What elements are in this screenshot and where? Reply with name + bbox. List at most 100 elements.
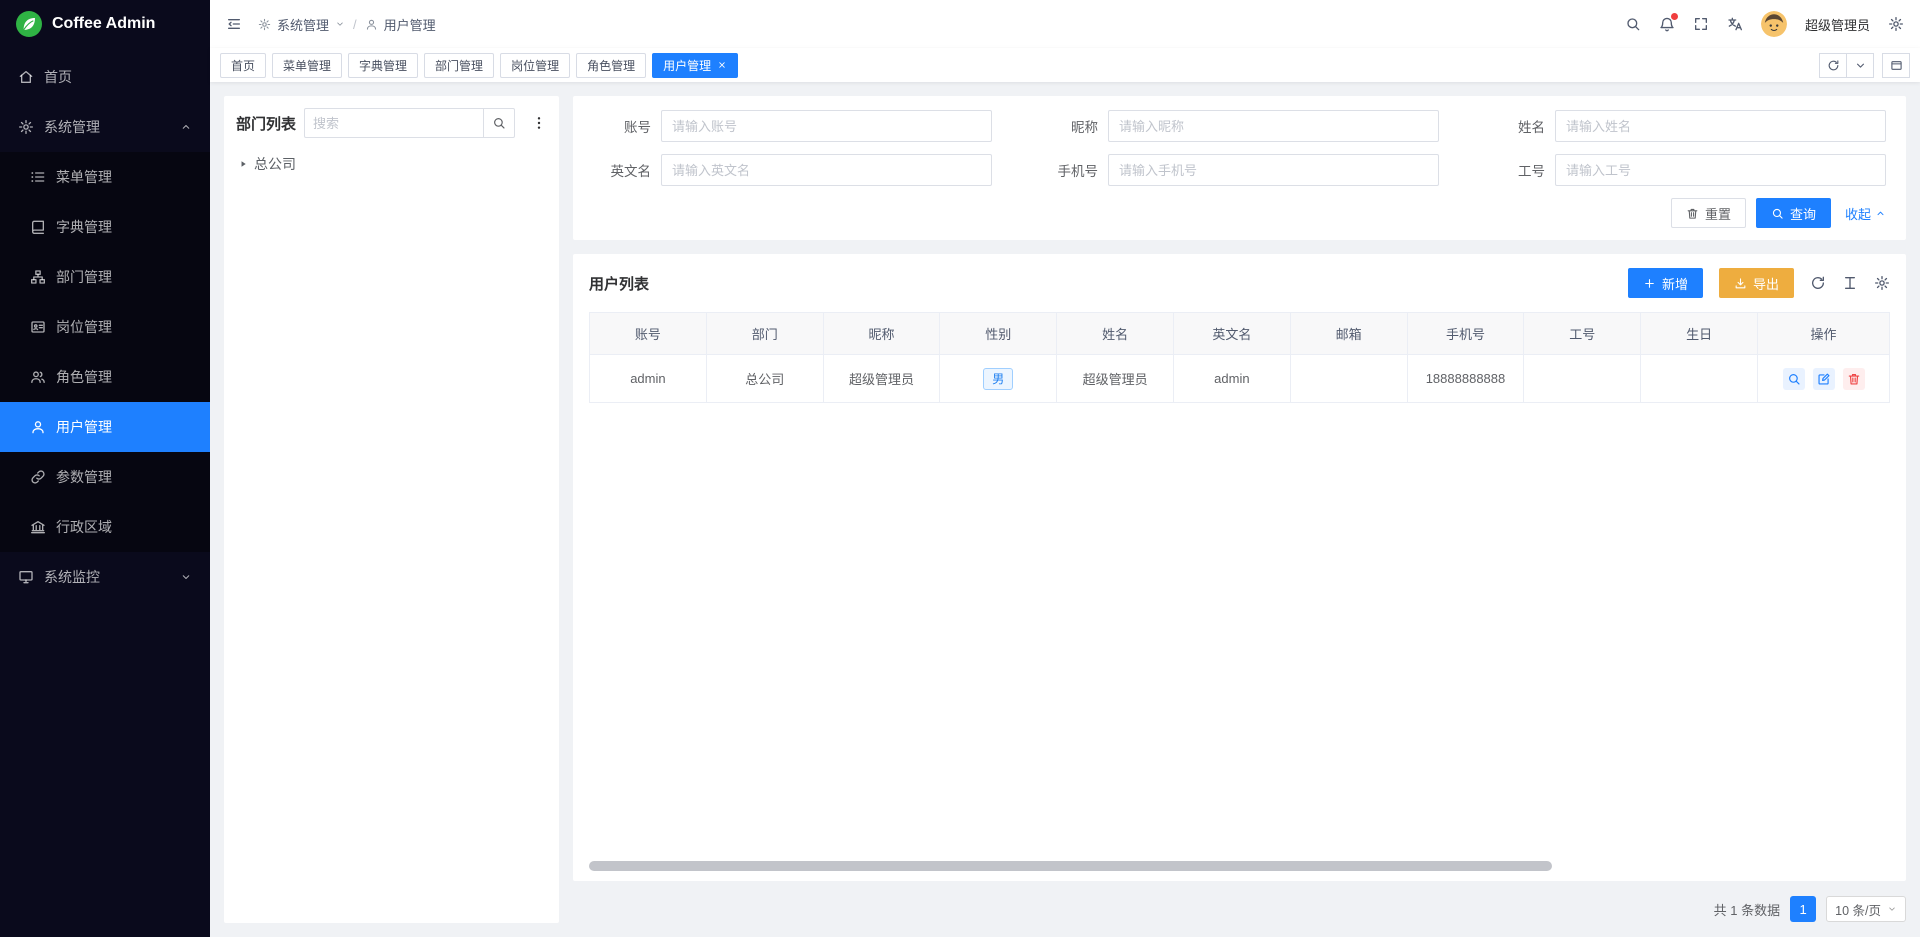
org-chart-icon (30, 269, 46, 285)
cell-name: 超级管理员 (1057, 355, 1174, 403)
phone-field-group: 手机号 (1040, 154, 1439, 186)
i-beam-icon (1842, 275, 1858, 291)
column-header-email: 邮箱 (1290, 313, 1407, 355)
edit-row-button[interactable] (1813, 368, 1835, 390)
chevron-down-icon (1854, 59, 1867, 72)
translate-icon (1727, 16, 1743, 32)
current-user-name[interactable]: 超级管理员 (1805, 15, 1870, 34)
fullscreen-button[interactable] (1693, 16, 1709, 32)
tab-home[interactable]: 首页 (220, 53, 266, 78)
export-button[interactable]: 导出 (1719, 268, 1794, 298)
query-button[interactable]: 查询 (1756, 198, 1831, 228)
cell-nickname: 超级管理员 (823, 355, 940, 403)
english-name-label: 英文名 (593, 160, 651, 180)
tab-department-management[interactable]: 部门管理 (424, 53, 494, 78)
sidebar-nav: 首页 系统管理 菜单管理 字典管理 部门管理 (0, 48, 210, 602)
phone-input[interactable] (1108, 154, 1439, 186)
column-header-phone: 手机号 (1407, 313, 1524, 355)
cell-department: 总公司 (706, 355, 823, 403)
notifications-button[interactable] (1659, 16, 1675, 32)
page-size-select[interactable]: 10 条/页 (1826, 896, 1906, 922)
table-row[interactable]: admin 总公司 超级管理员 男 超级管理员 admin 1888888888… (590, 355, 1890, 403)
content-fullscreen-button[interactable] (1882, 53, 1910, 78)
global-search-button[interactable] (1625, 16, 1641, 32)
sidebar-item-home[interactable]: 首页 (0, 52, 210, 102)
collapse-sidebar-button[interactable] (226, 16, 242, 32)
sidebar-item-post-management[interactable]: 岗位管理 (0, 302, 210, 352)
collapse-form-button[interactable]: 收起 (1845, 204, 1886, 223)
sidebar: Coffee Admin 首页 系统管理 菜单管理 字典管理 (0, 0, 210, 937)
page-1-button[interactable]: 1 (1790, 896, 1816, 922)
menu-fold-icon (226, 16, 242, 32)
pagination: 共 1 条数据 1 10 条/页 (573, 895, 1906, 923)
department-search-input[interactable] (304, 108, 484, 138)
tab-user-management[interactable]: 用户管理 (652, 53, 738, 78)
list-icon (30, 169, 46, 185)
avatar[interactable] (1761, 11, 1787, 37)
refresh-table-button[interactable] (1810, 275, 1826, 291)
tab-post-management[interactable]: 岗位管理 (500, 53, 570, 78)
right-column: 账号 昵称 姓名 英文名 (573, 96, 1906, 923)
gear-icon (18, 119, 34, 135)
search-form-card: 账号 昵称 姓名 英文名 (573, 96, 1906, 240)
tab-options-button[interactable] (1846, 53, 1874, 78)
refresh-tab-button[interactable] (1819, 53, 1847, 78)
department-search-button[interactable] (483, 108, 515, 138)
employee-no-input[interactable] (1555, 154, 1886, 186)
close-icon[interactable] (717, 60, 727, 70)
department-more-button[interactable] (531, 115, 547, 131)
nickname-input[interactable] (1108, 110, 1439, 142)
user-list-header: 用户列表 新增 导出 (589, 268, 1890, 298)
horizontal-scrollbar (589, 861, 1890, 871)
main-area: 系统管理 / 用户管理 (210, 0, 1920, 937)
plus-icon (1643, 277, 1656, 290)
sidebar-item-department-management[interactable]: 部门管理 (0, 252, 210, 302)
sidebar-item-label: 角色管理 (56, 367, 112, 387)
sidebar-item-dictionary-management[interactable]: 字典管理 (0, 202, 210, 252)
sidebar-item-role-management[interactable]: 角色管理 (0, 352, 210, 402)
nickname-label: 昵称 (1040, 116, 1098, 136)
column-header-actions: 操作 (1758, 313, 1890, 355)
sidebar-item-system-monitor[interactable]: 系统监控 (0, 552, 210, 602)
sidebar-item-admin-region[interactable]: 行政区域 (0, 502, 210, 552)
settings-button[interactable] (1888, 16, 1904, 32)
add-user-button[interactable]: 新增 (1628, 268, 1703, 298)
breadcrumb-page: 用户管理 (384, 15, 436, 34)
language-button[interactable] (1727, 16, 1743, 32)
user-icon (365, 18, 378, 31)
view-row-button[interactable] (1783, 368, 1805, 390)
column-header-employee-no: 工号 (1524, 313, 1641, 355)
pagination-total: 共 1 条数据 (1714, 900, 1780, 919)
cell-gender: 男 (940, 355, 1057, 403)
sidebar-item-user-management[interactable]: 用户管理 (0, 402, 210, 452)
name-input[interactable] (1555, 110, 1886, 142)
sidebar-item-parameter-management[interactable]: 参数管理 (0, 452, 210, 502)
add-button-label: 新增 (1662, 274, 1688, 293)
cell-email (1290, 355, 1407, 403)
delete-row-button[interactable] (1843, 368, 1865, 390)
dots-vertical-icon (531, 115, 547, 131)
bank-icon (30, 519, 46, 535)
column-settings-button[interactable] (1874, 275, 1890, 291)
sidebar-item-system-management[interactable]: 系统管理 (0, 102, 210, 152)
link-icon (30, 469, 46, 485)
trash-icon (1686, 207, 1699, 220)
caret-right-icon[interactable] (238, 159, 248, 169)
breadcrumb-section[interactable]: 系统管理 (277, 15, 329, 34)
row-density-button[interactable] (1842, 275, 1858, 291)
cell-employee-no (1524, 355, 1641, 403)
english-name-input[interactable] (661, 154, 992, 186)
tab-dictionary-management[interactable]: 字典管理 (348, 53, 418, 78)
tab-label: 角色管理 (587, 57, 635, 74)
tree-node-head-office[interactable]: 总公司 (236, 150, 547, 178)
reset-button[interactable]: 重置 (1671, 198, 1746, 228)
book-icon (30, 219, 46, 235)
horizontal-scrollbar-thumb[interactable] (589, 861, 1552, 871)
cell-phone: 18888888888 (1407, 355, 1524, 403)
account-input[interactable] (661, 110, 992, 142)
user-table-head: 账号 部门 昵称 性别 姓名 英文名 邮箱 手机号 工号 生日 操作 (590, 313, 1890, 355)
tab-menu-management[interactable]: 菜单管理 (272, 53, 342, 78)
trash-icon (1847, 372, 1861, 386)
tab-role-management[interactable]: 角色管理 (576, 53, 646, 78)
sidebar-item-menu-management[interactable]: 菜单管理 (0, 152, 210, 202)
